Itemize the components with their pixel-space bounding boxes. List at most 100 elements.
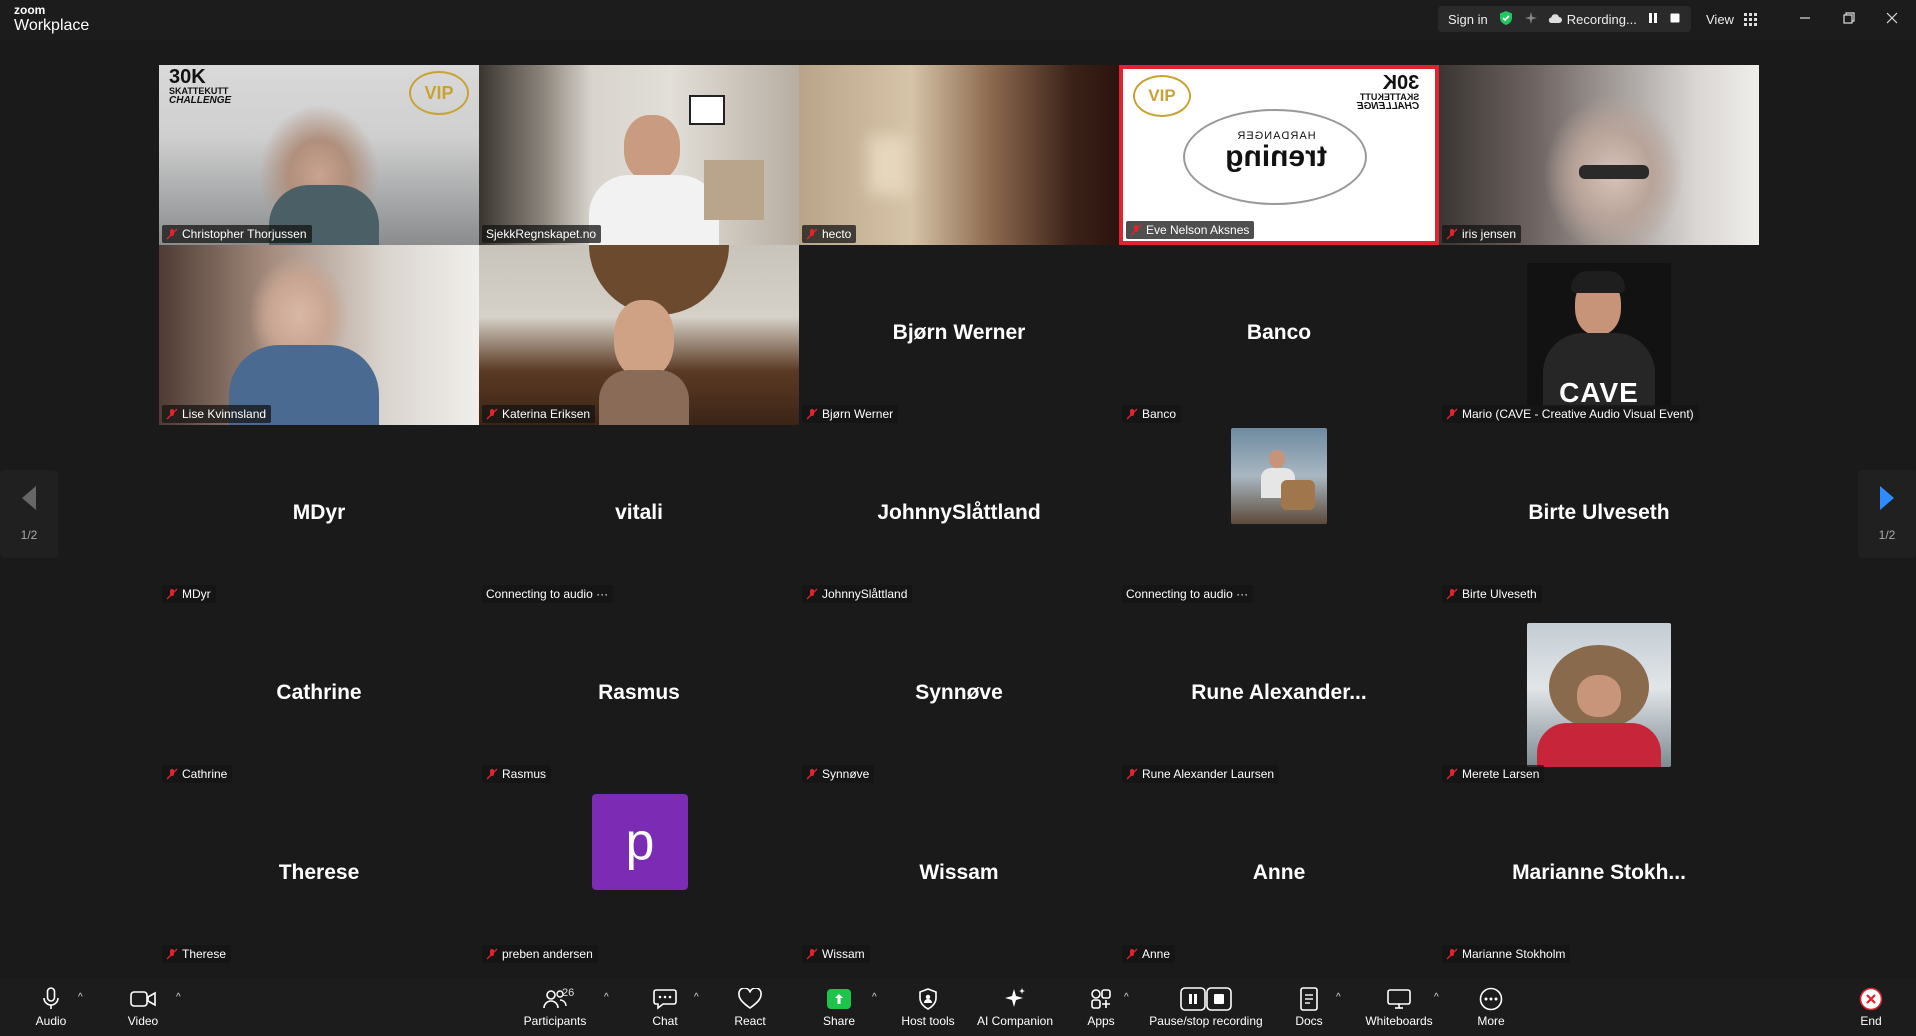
name-tag: Connecting to audio ··· — [482, 585, 614, 603]
restore-icon[interactable] — [1834, 6, 1864, 30]
end-call-icon — [1859, 987, 1883, 1011]
participant-name: Therese — [182, 947, 227, 961]
participant-name: Rune Alexander Laursen — [1142, 767, 1275, 781]
audio-options-caret-icon[interactable]: ^ — [78, 992, 83, 1003]
video-tile[interactable]: Katerina Eriksen — [479, 245, 799, 425]
grid-view-icon — [1743, 12, 1757, 26]
video-tile[interactable]: Merete Larsen — [1439, 605, 1759, 785]
logo-challenge: CHALLENGE — [1357, 101, 1420, 112]
video-tile[interactable]: Therese Therese — [159, 785, 479, 965]
participant-video — [479, 65, 799, 245]
ai-sparkle-icon[interactable] — [1524, 11, 1538, 28]
more-dots-icon — [1479, 987, 1503, 1011]
video-tile[interactable]: JohnnySlåttland JohnnySlåttland — [799, 425, 1119, 605]
participant-name: preben andersen — [502, 947, 593, 961]
end-meeting-button[interactable]: End — [1826, 986, 1916, 1032]
recording-indicator[interactable]: Recording... — [1548, 12, 1637, 27]
name-tag: Therese — [162, 945, 232, 963]
mic-muted-icon — [806, 408, 818, 420]
sign-in-link[interactable]: Sign in — [1448, 12, 1488, 27]
more-button[interactable]: More — [1446, 986, 1536, 1032]
video-tile[interactable]: Anne Anne — [1119, 785, 1439, 965]
chat-options-caret-icon[interactable]: ^ — [694, 992, 699, 1003]
page-indicator-right: 1/2 — [1878, 528, 1896, 542]
participant-display-name: Birte Ulveseth — [1528, 501, 1670, 524]
participants-label: Participants — [523, 1014, 587, 1028]
close-icon[interactable] — [1877, 6, 1907, 30]
video-tile[interactable]: Lise Kvinnsland — [159, 245, 479, 425]
mic-muted-icon — [806, 588, 818, 600]
profile-picture — [1527, 623, 1671, 767]
video-tile[interactable]: 30K SKATTEKUTT CHALLENGE VIP Christopher… — [159, 65, 479, 245]
video-tile[interactable]: Bjørn Werner Bjørn Werner — [799, 245, 1119, 425]
participant-name: iris jensen — [1462, 227, 1517, 241]
audio-label: Audio — [35, 1014, 67, 1028]
participant-name: Katerina Eriksen — [502, 407, 591, 421]
stop-recording-icon[interactable] — [1669, 12, 1681, 27]
share-screen-icon — [827, 989, 851, 1009]
name-tag: Rune Alexander Laursen — [1122, 765, 1280, 783]
page-indicator-left: 1/2 — [20, 528, 38, 542]
video-tile[interactable]: MDyr MDyr — [159, 425, 479, 605]
name-tag: Connecting to audio ··· — [1122, 585, 1254, 603]
video-tile[interactable]: Connecting to audio ··· — [1119, 425, 1439, 605]
video-tile[interactable]: Rasmus Rasmus — [479, 605, 799, 785]
participants-options-caret-icon[interactable]: ^ — [604, 992, 609, 1003]
whiteboards-options-caret-icon[interactable]: ^ — [1434, 992, 1439, 1003]
next-page-button[interactable]: 1/2 — [1858, 470, 1916, 558]
video-tile[interactable]: VIP 30K SKATTEKUTT CHALLENGE HARDANGER t… — [1119, 65, 1439, 245]
participant-name: Mario (CAVE - Creative Audio Visual Even… — [1462, 407, 1694, 421]
profile-picture — [1231, 428, 1327, 524]
name-tag: Lise Kvinnsland — [162, 405, 272, 423]
ai-companion-button[interactable]: AI Companion — [968, 986, 1062, 1032]
video-tile[interactable]: Cathrine Cathrine — [159, 605, 479, 785]
share-button[interactable]: Share — [794, 986, 884, 1032]
participants-button[interactable]: 26 Participants — [510, 986, 600, 1032]
participant-count: 26 — [562, 987, 575, 999]
mic-muted-icon — [1446, 228, 1458, 240]
video-tile[interactable]: iris jensen — [1439, 65, 1759, 245]
name-tag: Anne — [1122, 945, 1176, 963]
cave-logo-text: CAVE — [1559, 377, 1639, 407]
video-tile[interactable]: Rune Alexander... Rune Alexander Laursen — [1119, 605, 1439, 785]
hardanger-trening-logo: HARDANGER trening — [1201, 130, 1351, 173]
name-tag: Eve Nelson Aksnes — [1126, 221, 1255, 239]
view-button[interactable]: View — [1696, 6, 1767, 32]
react-label: React — [734, 1014, 766, 1028]
participant-name: Synnøve — [822, 767, 870, 781]
host-tools-button[interactable]: Host tools — [883, 986, 973, 1032]
microphone-icon — [43, 987, 59, 1009]
video-tile[interactable]: hecto — [799, 65, 1119, 245]
react-button[interactable]: React — [705, 986, 795, 1032]
video-tile[interactable]: CAVE Mario (CAVE - Creative Audio Visual… — [1439, 245, 1759, 425]
video-options-caret-icon[interactable]: ^ — [176, 992, 181, 1003]
apps-button[interactable]: Apps — [1056, 986, 1146, 1032]
whiteboards-button[interactable]: Whiteboards — [1354, 986, 1444, 1032]
video-tile-active-speaker[interactable]: SjekkRegnskapet.no — [479, 65, 799, 245]
mic-muted-icon — [166, 408, 178, 420]
pause-recording-icon[interactable] — [1647, 12, 1659, 27]
video-tile[interactable]: Synnøve Synnøve — [799, 605, 1119, 785]
participant-name: Anne — [1142, 947, 1171, 961]
cloud-record-icon — [1548, 14, 1562, 23]
docs-options-caret-icon[interactable]: ^ — [1336, 992, 1341, 1003]
apps-options-caret-icon[interactable]: ^ — [1124, 992, 1129, 1003]
participant-display-name: Rune Alexander... — [1191, 681, 1367, 704]
video-tile[interactable]: Wissam Wissam — [799, 785, 1119, 965]
minimize-icon[interactable] — [1790, 6, 1820, 30]
video-button[interactable]: Video — [98, 986, 188, 1032]
encryption-shield-icon[interactable] — [1498, 10, 1514, 29]
video-tile[interactable]: vitali Connecting to audio ··· — [479, 425, 799, 605]
video-tile[interactable]: p preben andersen — [479, 785, 799, 965]
video-tile[interactable]: Birte Ulveseth Birte Ulveseth — [1439, 425, 1759, 605]
share-options-caret-icon[interactable]: ^ — [872, 992, 877, 1003]
logo-30k: 30K — [169, 66, 206, 88]
video-tile[interactable]: Marianne Stokh... Marianne Stokholm — [1439, 785, 1759, 965]
video-grid: 30K SKATTEKUTT CHALLENGE VIP Christopher… — [159, 65, 1759, 969]
previous-page-button[interactable]: 1/2 — [0, 470, 58, 558]
name-tag: Cathrine — [162, 765, 233, 783]
participant-name: Cathrine — [182, 767, 228, 781]
mic-muted-icon — [1446, 948, 1458, 960]
pause-stop-recording-button[interactable]: Pause/stop recording — [1144, 986, 1268, 1032]
video-tile[interactable]: Banco Banco — [1119, 245, 1439, 425]
